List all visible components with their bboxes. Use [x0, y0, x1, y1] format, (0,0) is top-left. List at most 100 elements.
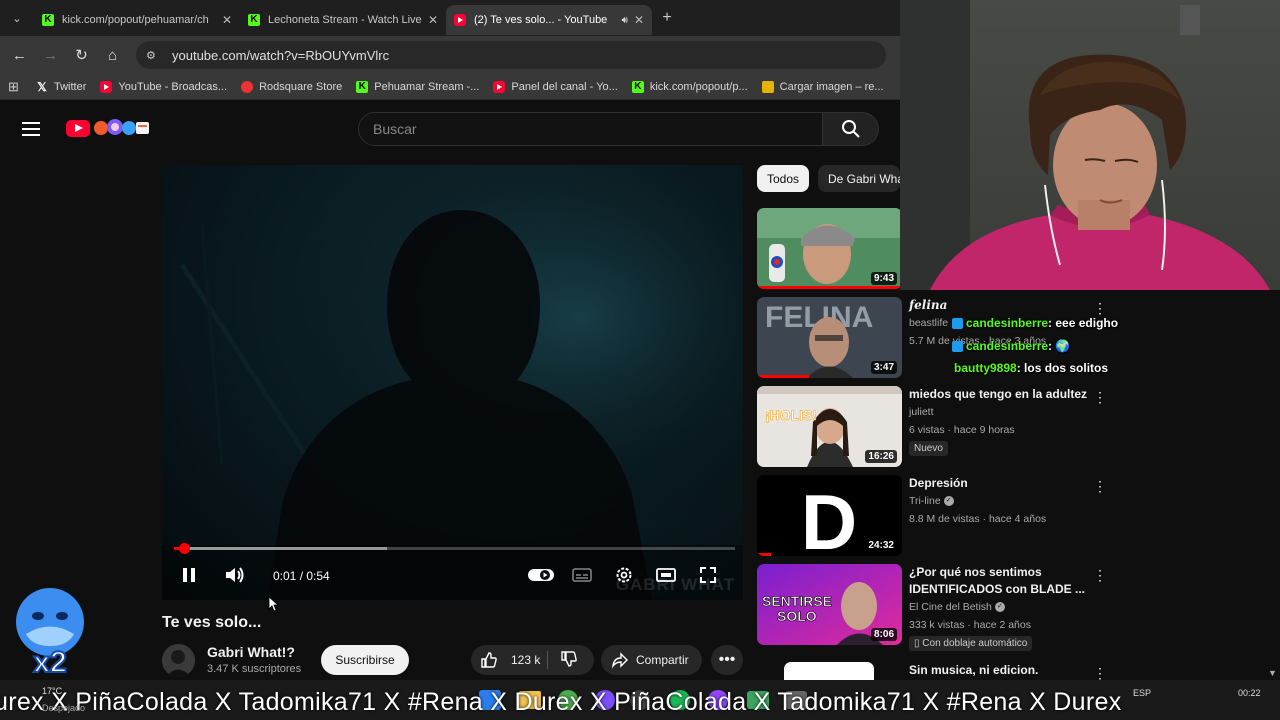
chat-message: candesinberre: eee edigho [952, 316, 1118, 330]
recommendation-meta: 8.8 M de vistas · hace 4 años [909, 513, 1047, 525]
bookmark-rodsquare[interactable]: Rodsquare Store [241, 80, 343, 93]
recommendation-title[interactable]: miedos que tengo en la adultez [909, 386, 1089, 403]
channel-name[interactable]: Gabri What!? [207, 644, 295, 660]
site-info-icon[interactable]: ⚙ [146, 49, 160, 62]
bookmark-label: kick.com/popout/p... [649, 80, 748, 93]
autoplay-toggle[interactable] [526, 563, 556, 587]
chat-message: bautty9898: los dos solitos [954, 361, 1108, 375]
share-button[interactable]: Compartir [601, 645, 702, 675]
tab-title: (2) Te ves solo... - YouTube [474, 14, 608, 26]
recommendation-thumbnail[interactable] [784, 662, 874, 682]
recommendation-title[interactable]: Sin musica, ni edicion. [909, 662, 1089, 679]
new-tab-button[interactable]: + [652, 9, 682, 27]
url-text: youtube.com/watch?v=RbOUYvmVlrc [172, 47, 390, 63]
home-icon[interactable]: ⌂ [97, 47, 128, 64]
video-player[interactable]: 0:01 / 0:54 GABRI WHAT [162, 165, 743, 600]
more-vertical-icon[interactable]: ⋮ [1093, 568, 1107, 582]
channel-avatar[interactable] [162, 644, 195, 677]
verified-check-icon: ✓ [943, 496, 954, 507]
chip-todos[interactable]: Todos [757, 165, 810, 192]
bookmark-pehuamar[interactable]: K Pehuamar Stream -... [356, 80, 479, 93]
watched-progress-bar [757, 553, 771, 556]
subtitles-button[interactable] [570, 563, 594, 587]
more-vertical-icon[interactable]: ⋮ [1093, 666, 1107, 680]
youtube-header: Buscar [0, 100, 900, 156]
more-vertical-icon[interactable]: ⋮ [1093, 301, 1107, 315]
bookmark-cargar-imagen[interactable]: Cargar imagen – re... [761, 80, 884, 93]
reload-icon[interactable]: ↻ [66, 46, 97, 64]
address-bar[interactable]: ⚙ youtube.com/watch?v=RbOUYvmVlrc [136, 41, 886, 69]
clock[interactable]: 00:22 [1238, 688, 1261, 698]
share-icon [611, 652, 628, 669]
recommendation-thumbnail[interactable]: SENTIRSE SOLO 8:06 [757, 564, 902, 645]
youtube-doodle-icon[interactable] [93, 118, 151, 138]
recommendation-thumbnail[interactable]: FELINA 3:47 [757, 297, 902, 378]
chat-message: candesinberre: 🌍 [952, 339, 1070, 353]
time-display: 0:01 / 0:54 [273, 569, 330, 583]
video-duration: 3:47 [870, 361, 897, 374]
recommendation-thumbnail[interactable]: ¡HOLIS! 16:26 [757, 386, 902, 467]
audio-playing-icon[interactable]: 🔊︎ [622, 15, 628, 26]
chat-username: bautty9898 [954, 361, 1017, 375]
webcam-overlay [900, 0, 1280, 290]
search-input[interactable]: Buscar [358, 112, 823, 146]
dislike-button[interactable] [548, 650, 578, 671]
pause-button[interactable] [178, 563, 200, 587]
subtitles-icon [572, 568, 592, 582]
close-tab-icon[interactable]: ✕ [634, 13, 644, 27]
weather-temp[interactable]: 17°C [42, 686, 62, 696]
browser-tab-2[interactable]: K Lechoneta Stream - Watch Live ✕ [240, 5, 446, 35]
video-duration: 24:32 [865, 539, 897, 552]
weather-desc: Despejado [42, 703, 86, 713]
video-watermark: GABRI WHAT [615, 575, 735, 594]
progress-bar[interactable] [174, 543, 735, 554]
thumbs-up-icon [481, 652, 497, 668]
recommendation-channel[interactable]: juliett [909, 406, 934, 418]
badge-text: Con doblaje automático [922, 638, 1028, 649]
menu-hamburger-icon[interactable] [22, 122, 40, 136]
like-count: 123 k [511, 653, 541, 667]
bookmark-label: Rodsquare Store [259, 80, 343, 93]
new-badge: Nuevo [909, 441, 948, 456]
volume-icon [226, 567, 244, 583]
recommendation-channel[interactable]: El Cine del Betish ✓ [909, 601, 1005, 613]
stream-ticker: urex X PiñaColada X Tadomika71 X #Rena X… [0, 688, 1122, 716]
close-tab-icon[interactable]: ✕ [222, 13, 232, 27]
video-title: Te ves solo... [162, 614, 262, 631]
chip-de-gabri-what[interactable]: De Gabri What [818, 165, 900, 192]
search-icon [841, 120, 860, 138]
forward-arrow-icon[interactable]: → [35, 47, 66, 64]
pause-icon [183, 568, 195, 582]
recommendation-title[interactable]: ¿Por qué nos sentimos IDENTIFICADOS con … [909, 564, 1089, 598]
recommendation-title[interactable]: felina [909, 297, 1089, 314]
search-button[interactable] [823, 112, 879, 146]
subscribe-button[interactable]: Suscribirse [321, 645, 409, 675]
browser-tab-3-active[interactable]: (2) Te ves solo... - YouTube 🔊︎ ✕ [446, 5, 652, 35]
more-vertical-icon[interactable]: ⋮ [1093, 390, 1107, 404]
language-indicator[interactable]: ESP [1133, 688, 1151, 698]
bookmark-label: Twitter [54, 80, 87, 93]
recommendation-thumbnail[interactable]: D 24:32 [757, 475, 902, 556]
more-vertical-icon[interactable]: ⋮ [1093, 479, 1107, 493]
volume-button[interactable] [222, 563, 248, 587]
thumbnail-caption: ¡HOLIS! [765, 407, 817, 423]
bookmark-panel-canal[interactable]: Panel del canal - Yo... [493, 80, 618, 93]
scroll-down-arrow-icon[interactable]: ▼ [1268, 668, 1277, 678]
back-arrow-icon[interactable]: ← [4, 47, 35, 64]
bookmark-youtube-broadcast[interactable]: YouTube - Broadcas... [100, 80, 227, 93]
tab-search-button[interactable]: ⌄ [0, 0, 34, 36]
like-button[interactable]: 123 k [471, 651, 548, 669]
bookmark-twitter[interactable]: 𝕏 Twitter [36, 81, 86, 93]
recommendation-title[interactable]: Depresión [909, 475, 1089, 492]
bookmark-label: Cargar imagen – re... [779, 80, 884, 93]
recommendation-thumbnail[interactable]: 9:43 [757, 208, 902, 289]
apps-grid-icon[interactable]: ⊞ [8, 79, 36, 95]
thumbs-down-icon [561, 650, 577, 667]
youtube-logo[interactable] [66, 120, 90, 137]
more-actions-button[interactable]: ••• [711, 645, 743, 675]
recommendation-channel[interactable]: Tri-line ✓ [909, 495, 954, 507]
close-tab-icon[interactable]: ✕ [428, 13, 438, 27]
browser-tab-1[interactable]: K kick.com/popout/pehuamar/ch ✕ [34, 5, 240, 35]
bookmark-kick-popout[interactable]: K kick.com/popout/p... [631, 80, 748, 93]
recommendation-channel[interactable]: beastlife [909, 317, 948, 329]
